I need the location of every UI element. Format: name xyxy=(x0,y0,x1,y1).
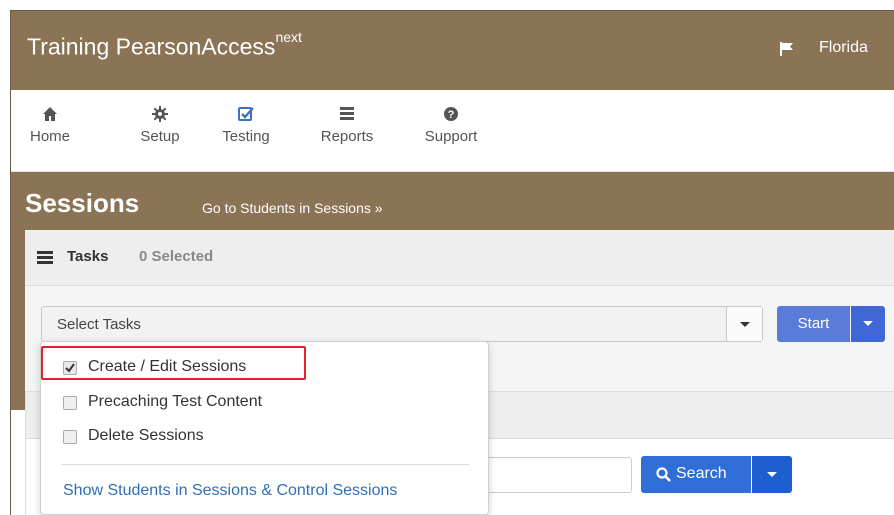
search-button-label: Search xyxy=(676,465,727,482)
menu-item-label: Delete Sessions xyxy=(88,427,204,444)
home-icon xyxy=(25,106,75,124)
checkbox[interactable] xyxy=(63,430,77,444)
organization-selector[interactable]: Florida xyxy=(819,39,868,57)
nav-item-testing[interactable]: Testing xyxy=(216,106,276,145)
menu-item-label: Precaching Test Content xyxy=(88,393,263,410)
brand-title[interactable]: Training PearsonAccessnext xyxy=(27,29,302,61)
checkbox[interactable] xyxy=(63,396,77,410)
menu-divider xyxy=(61,464,469,465)
tasks-label: Tasks xyxy=(67,248,109,265)
nav-item-setup[interactable]: Setup xyxy=(135,106,185,145)
chevron-down-icon xyxy=(740,322,750,327)
svg-text:?: ? xyxy=(448,109,455,121)
search-icon xyxy=(656,467,671,482)
nav-item-support[interactable]: ? Support xyxy=(421,106,481,145)
flag-icon[interactable] xyxy=(779,41,795,57)
show-students-in-sessions-link[interactable]: Show Students in Sessions & Control Sess… xyxy=(63,482,397,500)
nav-label: Reports xyxy=(320,128,374,145)
main-nav: Home Setup Testing Reports ? Support xyxy=(11,90,894,172)
search-dropdown-toggle[interactable] xyxy=(752,456,792,493)
gear-icon xyxy=(135,106,185,124)
nav-item-home[interactable]: Home xyxy=(25,106,75,145)
nav-label: Testing xyxy=(222,128,270,145)
select-tasks-value: Select Tasks xyxy=(57,316,141,333)
tasks-selected-count: 0 Selected xyxy=(139,248,214,265)
question-circle-icon: ? xyxy=(421,106,481,124)
highlight-annotation xyxy=(41,346,306,380)
tasks-header: Tasks 0 Selected xyxy=(25,230,894,286)
tasks-list-icon xyxy=(37,251,53,264)
top-bar: Training PearsonAccessnext Florida xyxy=(11,11,894,90)
brand-text: Training PearsonAccess xyxy=(27,33,276,60)
chevron-down-icon xyxy=(863,321,873,326)
select-tasks-toggle[interactable] xyxy=(726,307,762,341)
check-square-icon xyxy=(216,106,276,124)
start-button[interactable]: Start xyxy=(777,306,850,342)
brand-superscript: next xyxy=(275,29,302,45)
nav-item-reports[interactable]: Reports xyxy=(316,106,378,145)
nav-label: Support xyxy=(424,128,478,145)
page-title: Sessions xyxy=(25,188,140,218)
list-icon xyxy=(316,106,378,124)
nav-label: Setup xyxy=(140,128,180,145)
chevron-down-icon xyxy=(767,472,777,477)
nav-label: Home xyxy=(29,128,70,145)
search-button[interactable]: Search xyxy=(641,456,751,493)
select-tasks-dropdown[interactable]: Select Tasks xyxy=(41,306,763,342)
start-dropdown-toggle[interactable] xyxy=(851,306,885,342)
go-to-students-link[interactable]: Go to Students in Sessions » xyxy=(202,200,383,216)
